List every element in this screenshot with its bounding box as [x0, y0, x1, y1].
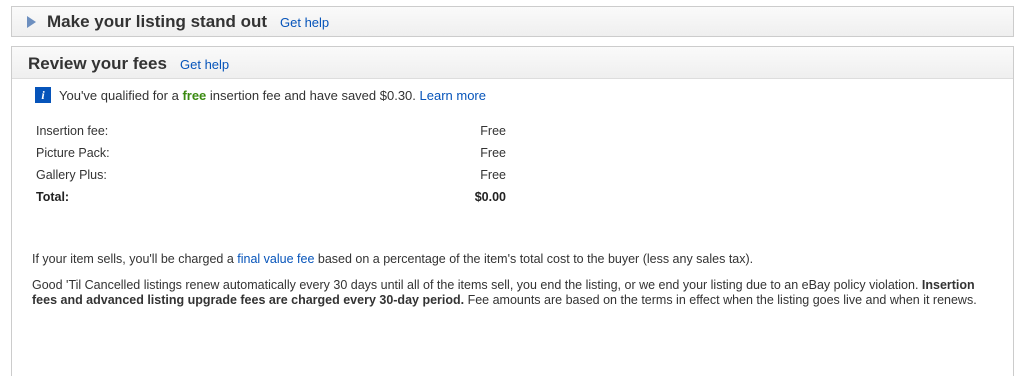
expand-triangle-icon[interactable] — [27, 16, 36, 28]
info-icon: i — [35, 87, 51, 103]
gtc-renewal-paragraph: Good 'Til Cancelled listings renew autom… — [32, 278, 982, 308]
fee-row-picture-pack: Picture Pack: Free — [36, 146, 506, 168]
total-value: $0.00 — [474, 190, 506, 204]
p1-after: based on a percentage of the item's tota… — [314, 252, 754, 266]
p2-after: Fee amounts are based on the terms in ef… — [464, 293, 977, 307]
notice-text: You've qualified for a free insertion fe… — [59, 88, 486, 103]
notice-free-highlight: free — [182, 88, 207, 103]
learn-more-link[interactable]: Learn more — [420, 88, 486, 103]
final-value-fee-link[interactable]: final value fee — [237, 252, 314, 266]
fees-table: Insertion fee: Free Picture Pack: Free G… — [36, 124, 506, 212]
review-fees-section: Review your fees Get help i You've quali… — [11, 46, 1014, 376]
review-fees-help-link[interactable]: Get help — [180, 57, 229, 72]
fee-label: Insertion fee: — [36, 124, 109, 138]
fee-value: Free — [480, 124, 506, 138]
notice-suffix: insertion fee and have saved $0.30. — [206, 88, 420, 103]
fee-label: Picture Pack: — [36, 146, 110, 160]
p1-before: If your item sells, you'll be charged a — [32, 252, 238, 266]
fee-row-insertion: Insertion fee: Free — [36, 124, 506, 146]
review-fees-header: Review your fees Get help — [12, 47, 1013, 79]
fee-row-total: Total: $0.00 — [36, 190, 506, 212]
fee-value: Free — [480, 168, 506, 182]
fee-label: Gallery Plus: — [36, 168, 107, 182]
review-fees-title: Review your fees — [28, 54, 167, 73]
stand-out-title[interactable]: Make your listing stand out — [47, 12, 267, 32]
p2-before: Good 'Til Cancelled listings renew autom… — [32, 278, 922, 292]
notice-prefix: You've qualified for a — [59, 88, 183, 103]
total-label: Total: — [36, 190, 70, 204]
stand-out-help-link[interactable]: Get help — [280, 15, 329, 30]
final-value-fee-paragraph: If your item sells, you'll be charged a … — [32, 252, 982, 267]
fee-value: Free — [480, 146, 506, 160]
fee-row-gallery-plus: Gallery Plus: Free — [36, 168, 506, 190]
stand-out-section: Make your listing stand out Get help — [11, 6, 1014, 37]
